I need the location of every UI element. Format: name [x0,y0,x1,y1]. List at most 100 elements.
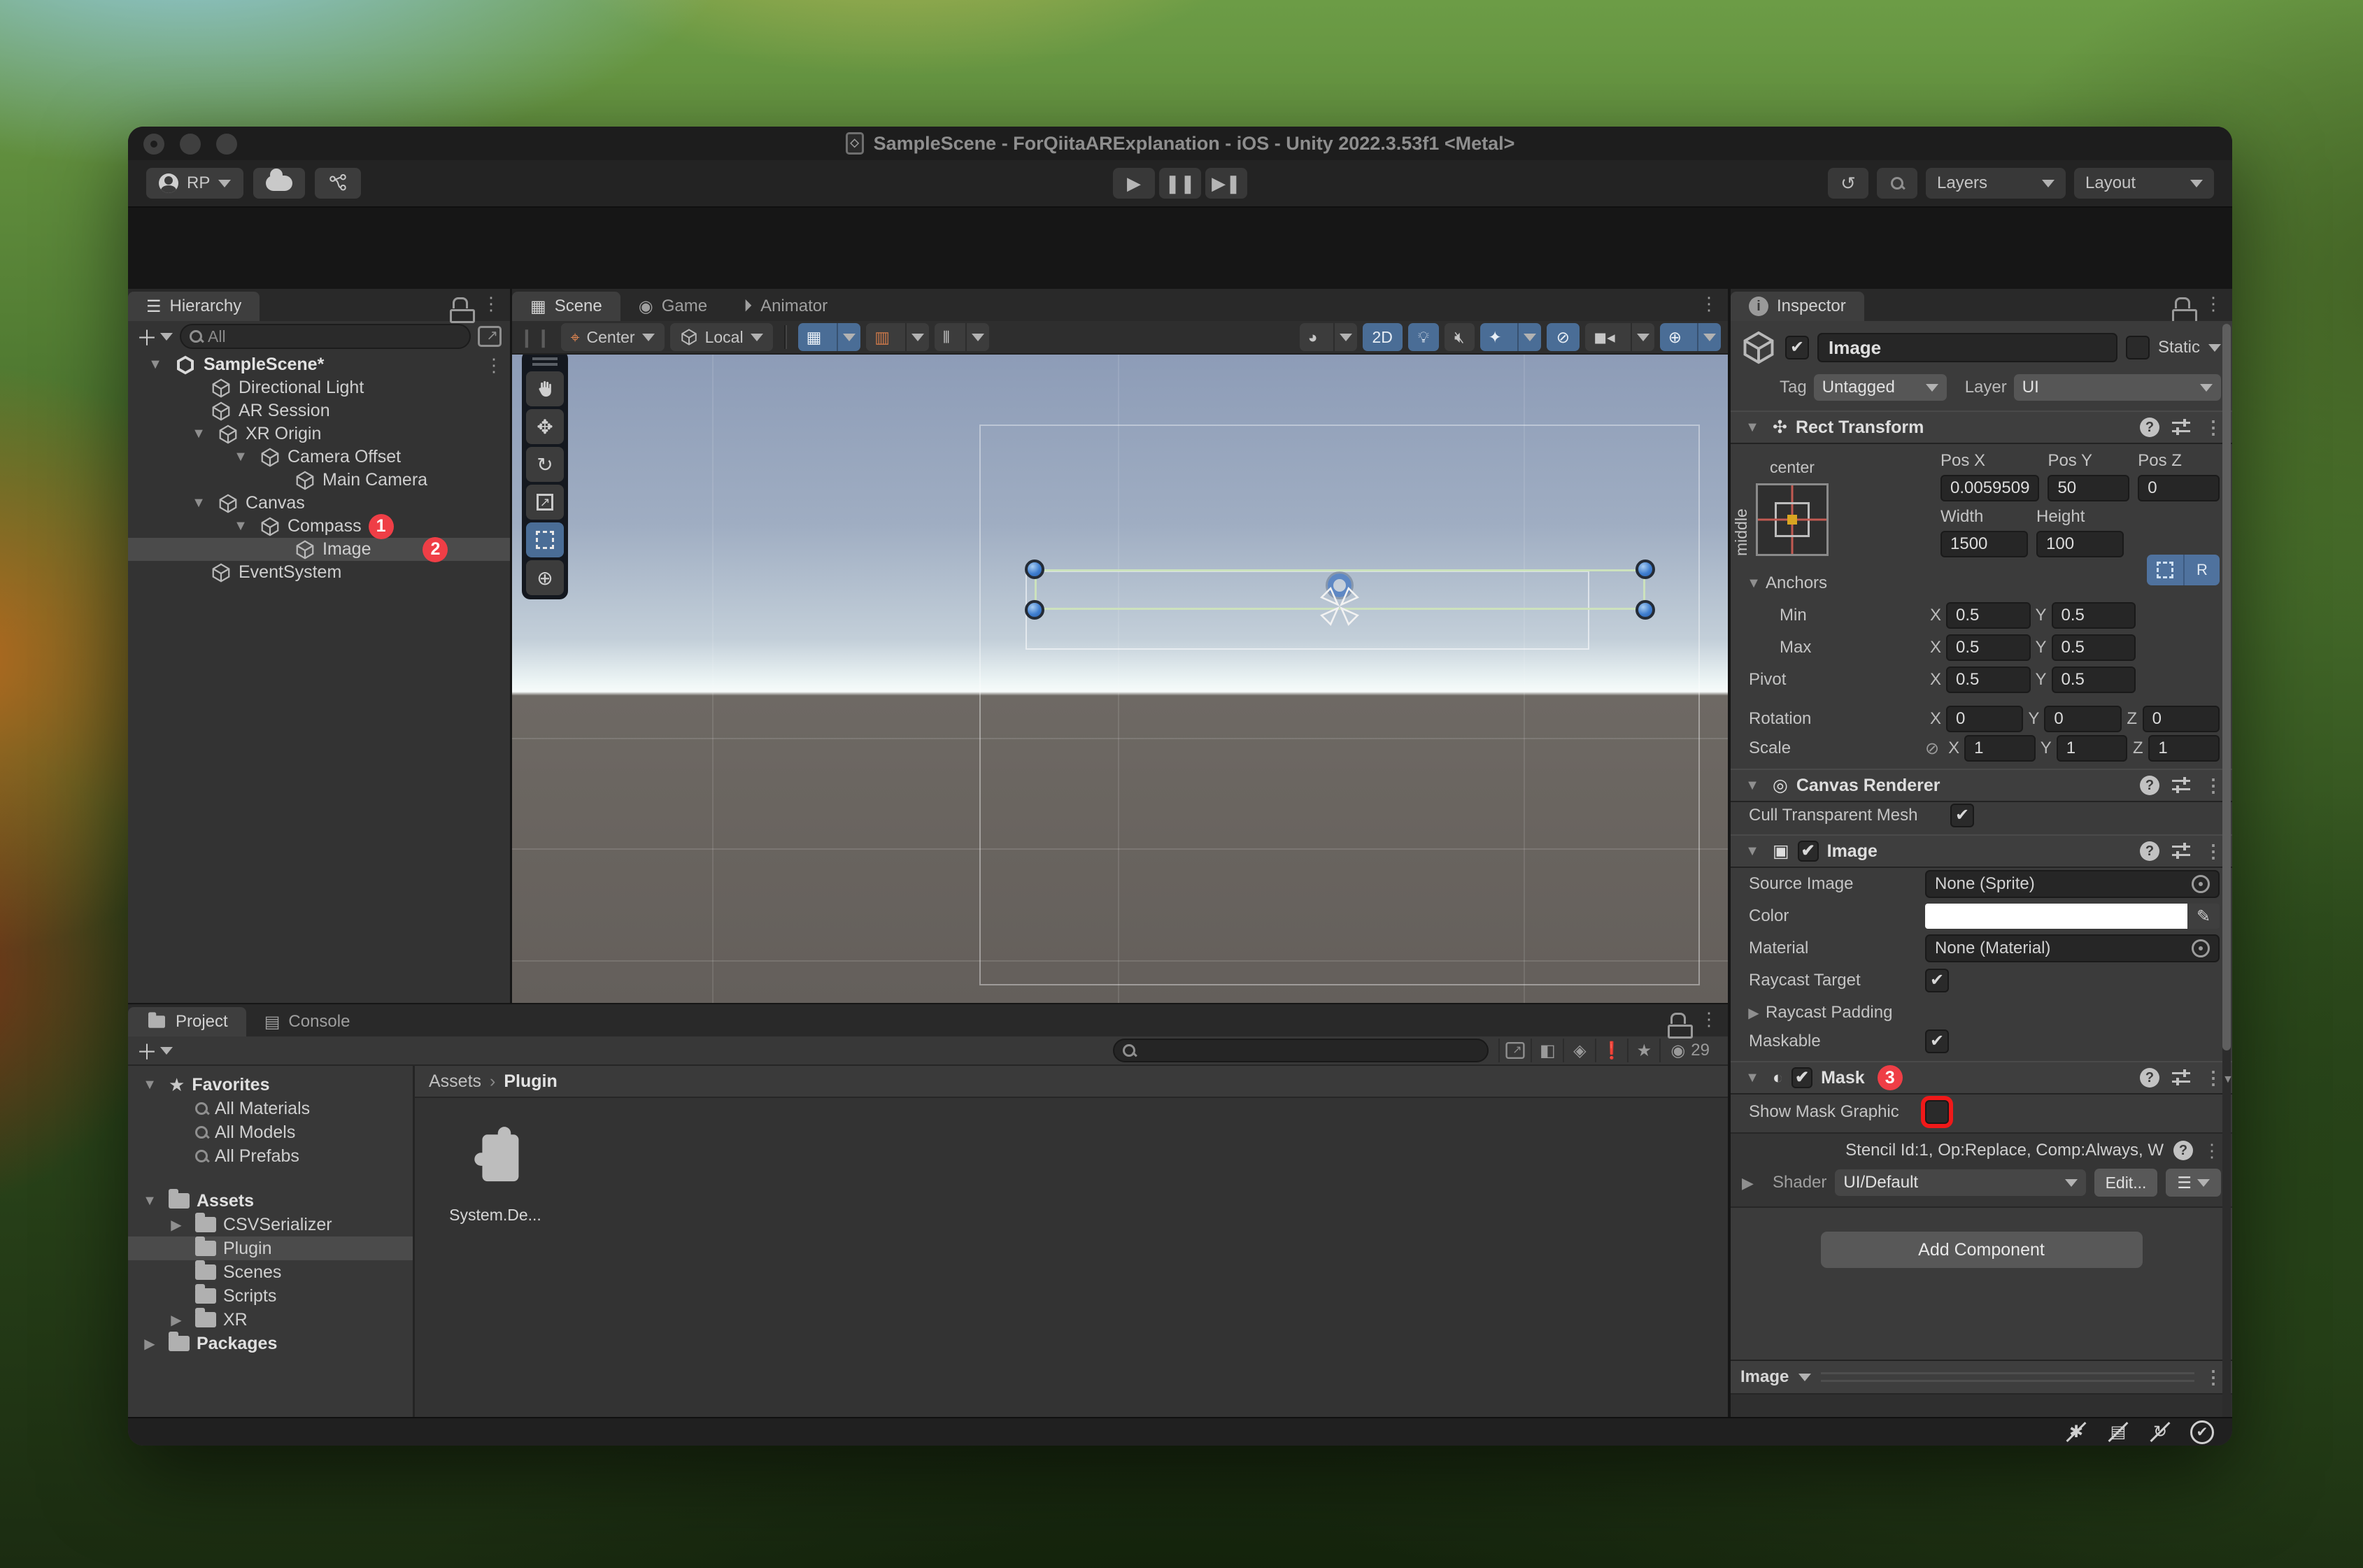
help-icon[interactable]: ? [2140,1068,2159,1088]
create-asset-button[interactable]: ＋ [136,1035,173,1066]
rotation-y-field[interactable]: 0 [2044,706,2122,732]
chevron-down-icon[interactable] [965,323,989,351]
open-in-window-icon[interactable] [478,326,502,347]
presets-icon[interactable] [2172,1069,2192,1086]
scale-tool-button[interactable]: ↗ [526,485,564,520]
favorites-root[interactable]: ▼ ★ Favorites [128,1073,413,1097]
pause-button[interactable]: ❚❚ [1159,168,1201,199]
chevron-down-icon[interactable] [1517,323,1541,351]
chevron-down-icon[interactable] [1333,323,1357,351]
width-field[interactable]: 1500 [1940,531,2028,557]
foldout-arrow[interactable]: ▶ [1742,1004,1766,1022]
maskable-checkbox[interactable]: ✔ [1925,1029,1949,1053]
expand-arrow[interactable]: ▼ [143,357,167,373]
kebab-menu-icon[interactable]: ⋮ [485,356,503,374]
anchor-max-y-field[interactable]: 0.5 [2051,634,2136,661]
asset-item-plugin-dll[interactable]: System.De... [443,1119,548,1225]
hierarchy-item[interactable]: Directional Light [128,376,510,399]
presets-icon[interactable] [2172,843,2192,860]
tag-dropdown[interactable]: Untagged [1813,374,1947,401]
rect-handle[interactable] [1635,560,1655,579]
folder-item-xr[interactable]: ▶ XR [128,1308,413,1332]
height-field[interactable]: 100 [2036,531,2124,557]
rect-tool-button[interactable] [526,522,564,557]
image-component-header[interactable]: ▼ ▣ ✔ Image ? ⋮ [1731,834,2232,868]
step-button[interactable]: ▶❚ [1205,168,1247,199]
scale-z-field[interactable]: 1 [2148,735,2220,762]
scrollbar-down-arrow[interactable]: ▼ [2222,1074,2232,1086]
anchor-max-x-field[interactable]: 0.5 [1946,634,2031,661]
favorites-item[interactable]: All Prefabs [128,1144,413,1168]
object-picker-icon[interactable] [2192,875,2210,893]
tab-scene[interactable]: ▦ Scene [512,292,620,321]
pos-z-field[interactable]: 0 [2138,475,2220,501]
anchor-gizmo-icon[interactable] [1314,581,1365,632]
tab-inspector[interactable]: i Inspector [1731,292,1864,321]
window-titlebar[interactable]: ◇ SampleScene - ForQiitaARExplanation - … [128,127,2232,160]
kebab-menu-icon[interactable]: ⋮ [1700,1010,1718,1028]
blueprint-mode-button[interactable] [2147,555,2183,585]
rotation-x-field[interactable]: 0 [1946,706,2024,732]
hidden-count[interactable]: ◉ 29 [1659,1039,1719,1062]
measure-button[interactable]: ⫴ [935,323,989,351]
hierarchy-item[interactable]: ▼ XR Origin [128,422,510,446]
foldout-arrow[interactable]: ▼ [1742,576,1766,592]
kebab-menu-icon[interactable]: ⋮ [1700,294,1718,313]
scene-lighting-button[interactable]: 💡︎ [1407,323,1440,351]
chevron-down-icon[interactable] [1630,323,1654,351]
chevron-down-icon[interactable] [837,323,860,351]
create-object-button[interactable]: ＋ [136,321,173,352]
camera-settings-dropdown[interactable]: ◼◂ [1585,323,1654,351]
help-icon[interactable]: ? [2173,1141,2193,1160]
folder-item-csvserializer[interactable]: ▶ CSVSerializer [128,1213,413,1236]
anchor-min-y-field[interactable]: 0.5 [2051,602,2136,629]
folder-item-scenes[interactable]: Scenes [128,1260,413,1284]
expand-arrow[interactable]: ▶ [1742,1174,1754,1192]
tool-handle-pivot-dropdown[interactable]: ⌖ Center [560,323,665,351]
project-search-input[interactable] [1135,1041,1479,1060]
version-control-button[interactable] [315,168,362,199]
rect-handle[interactable] [1025,600,1044,620]
lock-icon[interactable] [2172,297,2197,323]
project-search[interactable] [1113,1039,1489,1062]
grid-snapping-button[interactable]: ▦ [797,323,861,351]
hierarchy-item[interactable]: AR Session [128,399,510,422]
scene-viewport[interactable]: ✥ ↻ ↗ ⊕ [512,355,1728,1003]
account-dropdown[interactable]: RP [146,168,244,199]
material-field[interactable]: None (Material) [1925,934,2220,962]
rect-handle[interactable] [1025,560,1044,579]
cloud-button[interactable] [253,168,306,199]
hierarchy-item-compass[interactable]: ▼ Compass 1 [128,513,510,539]
toolbar-grip[interactable]: ❙❙ [519,327,553,348]
rect-handle[interactable] [1635,600,1655,620]
filter-by-type-icon[interactable]: ◧ [1531,1039,1563,1062]
color-swatch[interactable] [1925,904,2187,929]
kebab-menu-icon[interactable]: ⋮ [2204,842,2222,860]
tab-console[interactable]: ▤ Console [246,1007,369,1036]
raycast-padding-row[interactable]: ▶ Raycast Padding [1731,997,2232,1029]
hierarchy-item-scene[interactable]: ▼ SampleScene* ⋮ [128,353,510,376]
raw-edit-mode-button[interactable]: R [2183,555,2220,585]
inspector-scrollbar[interactable]: ▼ [2222,324,2232,1446]
show-mask-graphic-checkbox[interactable] [1925,1100,1949,1124]
packages-root[interactable]: ▶ Packages [128,1332,413,1355]
layout-dropdown[interactable]: Layout [2074,168,2214,199]
collab-disabled-icon[interactable]: ▤ [2106,1420,2130,1444]
folder-item-plugin[interactable]: Plugin [128,1236,413,1260]
chevron-down-icon[interactable] [905,323,929,351]
hierarchy-item[interactable]: Main Camera [128,469,510,492]
pos-y-field[interactable]: 50 [2048,475,2130,501]
hand-tool-button[interactable] [526,371,564,406]
folder-item-scripts[interactable]: Scripts [128,1284,413,1308]
favorites-filter-icon[interactable]: ★ [1627,1039,1659,1062]
hierarchy-item[interactable]: ▼ Canvas [128,492,510,515]
kebab-menu-icon[interactable]: ⋮ [2204,1368,2222,1386]
foldout-arrow[interactable]: ▼ [1740,1070,1764,1086]
anchor-preset-button[interactable] [1756,483,1829,556]
pos-x-field[interactable]: 0.0059509 [1940,475,2040,501]
gizmos-dropdown[interactable]: ⊕ [1659,323,1721,351]
tab-animator[interactable]: ⏵ Animator [725,292,846,321]
help-icon[interactable]: ? [2140,776,2159,795]
eyedropper-icon[interactable]: ✎ [2187,904,2220,929]
shading-mode-dropdown[interactable]: ◕ [1299,323,1357,351]
